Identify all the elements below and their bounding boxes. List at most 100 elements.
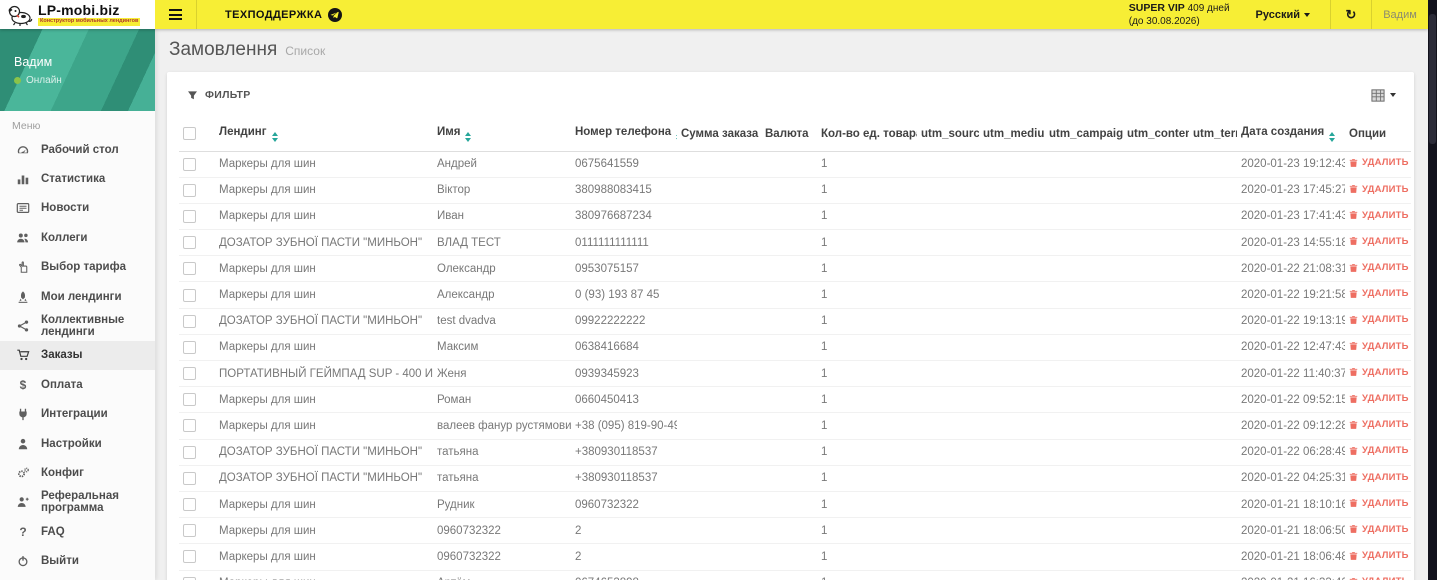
cell-currency — [761, 229, 817, 257]
row-checkbox[interactable] — [183, 183, 196, 197]
trash-icon — [1349, 211, 1358, 220]
scrollbar-thumb[interactable] — [1429, 14, 1436, 144]
cell-utm-source — [917, 491, 979, 519]
delete-button[interactable]: УДАЛИТЬ — [1349, 367, 1409, 378]
language-selector[interactable]: Русский — [1256, 9, 1310, 21]
select-all-checkbox[interactable] — [183, 127, 196, 141]
col-utm-source: utm_source — [917, 118, 979, 152]
cell-created: 2020-01-23 19:12:43 — [1237, 151, 1345, 178]
row-checkbox[interactable] — [183, 445, 196, 459]
cell-utm-medium — [979, 439, 1045, 466]
sidebar-item-settings[interactable]: Настройки — [0, 429, 155, 458]
cell-name: Женя — [433, 360, 571, 388]
cell-landing: Маркеры для шин — [215, 281, 433, 309]
page-subtitle: Список — [285, 44, 326, 58]
delete-button[interactable]: УДАЛИТЬ — [1349, 445, 1409, 456]
column-chooser-button[interactable] — [1365, 85, 1402, 106]
orders-table: Лендинг Имя Номер телефона Сумма заказа … — [179, 118, 1411, 580]
plan-info: SUPER VIP 409 дней (до 30.08.2026) — [1129, 1, 1230, 29]
delete-button[interactable]: УДАЛИТЬ — [1349, 236, 1409, 247]
cell-currency — [761, 439, 817, 466]
cell-utm-content — [1123, 360, 1189, 388]
cell-created: 2020-01-22 11:40:37 — [1237, 360, 1345, 388]
sidebar-item-dashboard[interactable]: Рабочий стол — [0, 135, 155, 164]
sidebar-item-integrations[interactable]: Интеграции — [0, 400, 155, 429]
row-checkbox[interactable] — [183, 236, 196, 250]
sidebar-item-statistics[interactable]: Статистика — [0, 164, 155, 193]
cell-utm-source — [917, 177, 979, 204]
cell-phone: 0675641559 — [571, 151, 677, 178]
delete-button[interactable]: УДАЛИТЬ — [1349, 288, 1409, 299]
col-phone[interactable]: Номер телефона — [571, 118, 677, 152]
delete-button[interactable]: УДАЛИТЬ — [1349, 184, 1409, 195]
sidebar-item-collective-landings[interactable]: Коллективные лендинги — [0, 311, 155, 340]
cell-currency — [761, 308, 817, 335]
delete-button[interactable]: УДАЛИТЬ — [1349, 472, 1409, 483]
delete-button[interactable]: УДАЛИТЬ — [1349, 576, 1409, 580]
vertical-scrollbar[interactable] — [1428, 0, 1437, 580]
row-checkbox[interactable] — [183, 262, 196, 276]
sidebar-item-orders[interactable]: Заказы — [0, 340, 155, 371]
sidebar-item-config[interactable]: Конфиг — [0, 458, 155, 487]
row-checkbox[interactable] — [183, 524, 196, 538]
row-checkbox[interactable] — [183, 157, 196, 171]
delete-button[interactable]: УДАЛИТЬ — [1349, 210, 1409, 221]
sidebar-item-tariff[interactable]: Выбор тарифа — [0, 253, 155, 282]
logo[interactable]: LP-mobi.biz Конструктор мобильных лендин… — [0, 0, 155, 29]
tech-support-link[interactable]: ТЕХПОДДЕРЖКА — [225, 7, 343, 22]
cell-quantity: 1 — [817, 465, 917, 492]
cell-utm-content — [1123, 491, 1189, 519]
cell-created: 2020-01-23 14:55:18 — [1237, 229, 1345, 257]
col-name[interactable]: Имя — [433, 118, 571, 152]
cell-currency — [761, 412, 817, 440]
row-checkbox[interactable] — [183, 209, 196, 223]
menu-section-label: Меню — [12, 120, 41, 132]
cell-name: Артём — [433, 570, 571, 580]
delete-label: УДАЛИТЬ — [1362, 576, 1409, 580]
cell-utm-campaign — [1045, 151, 1123, 178]
delete-label: УДАЛИТЬ — [1362, 314, 1409, 326]
refresh-button[interactable]: ↻ — [1331, 0, 1371, 29]
sidebar-item-payment[interactable]: $ Оплата — [0, 370, 155, 399]
sidebar-item-my-landings[interactable]: Мои лендинги — [0, 282, 155, 311]
cell-utm-medium — [979, 491, 1045, 519]
delete-button[interactable]: УДАЛИТЬ — [1349, 262, 1409, 273]
row-checkbox[interactable] — [183, 471, 196, 485]
cell-utm-medium — [979, 360, 1045, 388]
sidebar-item-colleagues[interactable]: Коллеги — [0, 223, 155, 252]
person-icon — [15, 437, 31, 451]
cell-utm-content — [1123, 386, 1189, 414]
sidebar-item-news[interactable]: Новости — [0, 194, 155, 223]
row-checkbox[interactable] — [183, 393, 196, 407]
delete-button[interactable]: УДАЛИТЬ — [1349, 157, 1409, 168]
row-checkbox[interactable] — [183, 498, 196, 512]
sidebar-item-label: Коллеги — [41, 231, 88, 244]
delete-button[interactable]: УДАЛИТЬ — [1349, 524, 1409, 535]
filter-button[interactable]: ФИЛЬТР — [179, 83, 259, 107]
delete-label: УДАЛИТЬ — [1362, 419, 1409, 431]
topbar-user-menu[interactable]: Вадим — [1372, 0, 1428, 29]
sidebar-toggle-button[interactable] — [155, 0, 197, 29]
plug-icon — [15, 407, 31, 421]
delete-button[interactable]: УДАЛИТЬ — [1349, 341, 1409, 352]
delete-button[interactable]: УДАЛИТЬ — [1349, 419, 1409, 430]
row-checkbox[interactable] — [183, 419, 196, 433]
col-created[interactable]: Дата создания — [1237, 118, 1345, 152]
delete-button[interactable]: УДАЛИТЬ — [1349, 498, 1409, 509]
sidebar-item-referral[interactable]: Реферальная программа — [0, 488, 155, 517]
row-checkbox[interactable] — [183, 288, 196, 302]
row-checkbox[interactable] — [183, 550, 196, 564]
sidebar-item-faq[interactable]: ? FAQ — [0, 517, 155, 546]
row-checkbox[interactable] — [183, 314, 196, 328]
cell-landing: ДОЗАТОР ЗУБНОЇ ПАСТИ "МИНЬОН" — [215, 465, 433, 492]
delete-button[interactable]: УДАЛИТЬ — [1349, 314, 1409, 325]
col-landing[interactable]: Лендинг — [215, 118, 433, 152]
row-checkbox[interactable] — [183, 576, 196, 580]
sidebar-item-logout[interactable]: Выйти — [0, 546, 155, 575]
cell-landing: ПОРТАТИВНЫЙ ГЕЙМПАД SUP - 400 ИГР В 1 — [215, 360, 433, 388]
row-checkbox[interactable] — [183, 340, 196, 354]
delete-button[interactable]: УДАЛИТЬ — [1349, 550, 1409, 561]
delete-button[interactable]: УДАЛИТЬ — [1349, 393, 1409, 404]
row-checkbox[interactable] — [183, 367, 196, 381]
cell-utm-content — [1123, 177, 1189, 204]
